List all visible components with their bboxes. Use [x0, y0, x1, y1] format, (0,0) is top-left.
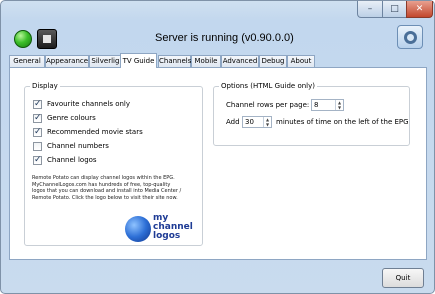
stop-icon	[43, 35, 51, 43]
display-group: Display Favourite channels only Genre co…	[24, 82, 203, 249]
add-minutes-value: 30	[245, 118, 254, 126]
add-minutes-spinner[interactable]: ▲ ▼	[263, 117, 271, 127]
server-header: Server is running (v0.90.0.0)	[5, 23, 430, 53]
mychannellogos-logo[interactable]: my channel logos	[125, 213, 195, 249]
close-button[interactable]: ✕	[406, 1, 433, 18]
maximize-button[interactable]: □	[382, 1, 407, 18]
favourite-channels-label: Favourite channels only	[47, 100, 131, 108]
chevron-down-icon[interactable]: ▼	[336, 105, 343, 110]
server-status: Server is running (v0.90.0.0)	[155, 32, 294, 44]
logo-text-line: logos	[153, 231, 181, 241]
tab-channels[interactable]: Channels	[158, 55, 191, 67]
settings-icon[interactable]	[397, 25, 423, 49]
options-group-title: Options (HTML Guide only)	[219, 82, 317, 90]
channel-logos-description: Remote Potato can display channel logos …	[32, 175, 182, 201]
channel-rows-label: Channel rows per page:	[226, 101, 310, 109]
tab-mobile[interactable]: Mobile	[191, 55, 221, 67]
minimize-button[interactable]: –	[357, 1, 383, 18]
tab-about[interactable]: About	[287, 55, 315, 67]
gear-icon	[404, 31, 417, 44]
add-label: Add	[226, 118, 240, 126]
add-minutes-stepper[interactable]: 30 ▲ ▼	[242, 116, 272, 128]
recommended-movie-stars-label: Recommended movie stars	[47, 128, 143, 136]
add-minutes-suffix: minutes of time on the left of the EPG	[276, 118, 409, 126]
logo-wordmark: my channel logos	[153, 214, 193, 241]
maximize-icon: □	[390, 4, 399, 14]
genre-colours-checkbox[interactable]	[33, 113, 42, 123]
start-server-button[interactable]	[14, 30, 32, 48]
channel-rows-value: 8	[314, 101, 319, 109]
globe-icon	[125, 216, 151, 242]
tab-tv-guide[interactable]: TV Guide	[120, 53, 157, 68]
channel-numbers-checkbox[interactable]	[33, 142, 42, 151]
quit-button[interactable]: Quit	[382, 268, 424, 288]
tv-guide-panel: Display Favourite channels only Genre co…	[9, 67, 427, 260]
channel-logos-checkbox[interactable]	[33, 155, 42, 165]
minimize-icon: –	[367, 4, 373, 14]
app-window: – □ ✕ Server is running (v0.90.0.0) Gene…	[0, 0, 435, 294]
tab-appearance[interactable]: Appearance	[45, 55, 89, 67]
recommended-movie-stars-checkbox[interactable]	[33, 127, 42, 137]
title-bar: – □ ✕	[1, 1, 434, 23]
tab-debug[interactable]: Debug	[259, 55, 287, 67]
favourite-channels-checkbox[interactable]	[33, 99, 42, 109]
display-group-title: Display	[30, 82, 60, 90]
genre-colours-label: Genre colours	[47, 114, 96, 122]
tab-general[interactable]: General	[9, 55, 45, 67]
html-guide-options-group: Options (HTML Guide only) Channel rows p…	[213, 82, 410, 146]
close-icon: ✕	[415, 4, 424, 14]
channel-numbers-label: Channel numbers	[47, 142, 109, 150]
channel-rows-stepper[interactable]: 8 ▲ ▼	[311, 99, 344, 111]
channel-logos-label: Channel logos	[47, 156, 97, 164]
chevron-down-icon[interactable]: ▼	[264, 122, 271, 127]
stop-server-button[interactable]	[37, 29, 57, 49]
channel-rows-spinner[interactable]: ▲ ▼	[335, 100, 343, 110]
tab-advanced[interactable]: Advanced	[221, 55, 259, 67]
